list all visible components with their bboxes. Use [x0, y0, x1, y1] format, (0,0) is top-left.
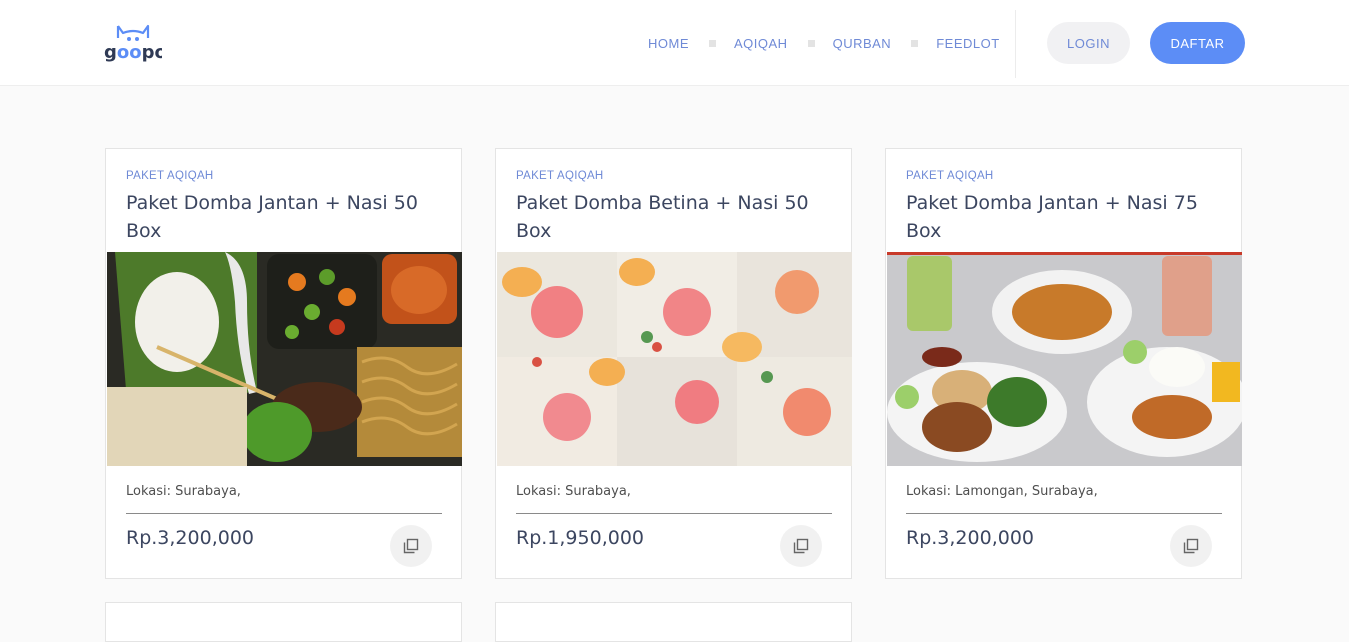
product-price: Rp.1,950,000 — [516, 527, 644, 549]
goopo-logo-image: goopo — [104, 24, 162, 63]
login-button[interactable]: LOGIN — [1047, 22, 1130, 64]
nav-feedlot[interactable]: FEEDLOT — [936, 36, 999, 51]
nav-separator — [807, 39, 815, 47]
product-card[interactable]: PAKET AQIQAH Paket Domba Jantan + Nasi 7… — [885, 148, 1242, 579]
goopo-logo[interactable]: goopo — [104, 20, 162, 64]
product-category: PAKET AQIQAH — [126, 170, 214, 182]
product-category: PAKET AQIQAH — [906, 170, 994, 182]
product-image[interactable] — [887, 252, 1242, 466]
product-price: Rp.3,200,000 — [906, 527, 1034, 549]
product-price: Rp.3,200,000 — [126, 527, 254, 549]
nav-home[interactable]: HOME — [648, 36, 689, 51]
product-category: PAKET AQIQAH — [516, 170, 604, 182]
nav-separator — [709, 39, 716, 47]
card-divider — [516, 513, 832, 514]
copy-icon — [403, 538, 419, 554]
product-card[interactable]: PAKET AQIQAH Paket Domba Betina + Nasi 5… — [495, 148, 852, 579]
copy-button[interactable] — [780, 525, 822, 567]
copy-button[interactable] — [1170, 525, 1212, 567]
card-divider — [126, 513, 442, 514]
product-card[interactable]: PAKET AQIQAH Paket Domba Jantan + Nasi 5… — [105, 148, 462, 579]
product-location: Lokasi: Surabaya, — [516, 484, 631, 499]
plated-meals-photo — [887, 252, 1242, 466]
nav-separator — [911, 39, 919, 47]
card-divider — [906, 513, 1222, 514]
product-image[interactable] — [497, 252, 852, 466]
main-nav: HOME AQIQAH QURBAN FEEDLOT — [648, 35, 1000, 51]
product-title[interactable]: Paket Domba Jantan + Nasi 75 Box — [906, 189, 1206, 245]
nav-qurban[interactable]: QURBAN — [833, 36, 892, 51]
top-header: goopo HOME AQIQAH QURBAN FEEDLOT LOGIN D… — [0, 0, 1349, 86]
product-title[interactable]: Paket Domba Jantan + Nasi 50 Box — [126, 189, 426, 245]
nasi-box-photo — [107, 252, 462, 466]
product-location: Lokasi: Surabaya, — [126, 484, 241, 499]
product-title[interactable]: Paket Domba Betina + Nasi 50 Box — [516, 189, 816, 245]
copy-icon — [1183, 538, 1199, 554]
product-card[interactable] — [495, 602, 852, 642]
product-location: Lokasi: Lamongan, Surabaya, — [906, 484, 1098, 499]
product-image[interactable] — [107, 252, 462, 466]
nav-aqiqah[interactable]: AQIQAH — [734, 36, 788, 51]
copy-button[interactable] — [390, 525, 432, 567]
header-divider — [1015, 10, 1016, 78]
register-button[interactable]: DAFTAR — [1150, 22, 1245, 64]
svg-text:goopo: goopo — [104, 42, 162, 63]
snack-boxes-photo — [497, 252, 852, 466]
copy-icon — [793, 538, 809, 554]
product-card[interactable] — [105, 602, 462, 642]
